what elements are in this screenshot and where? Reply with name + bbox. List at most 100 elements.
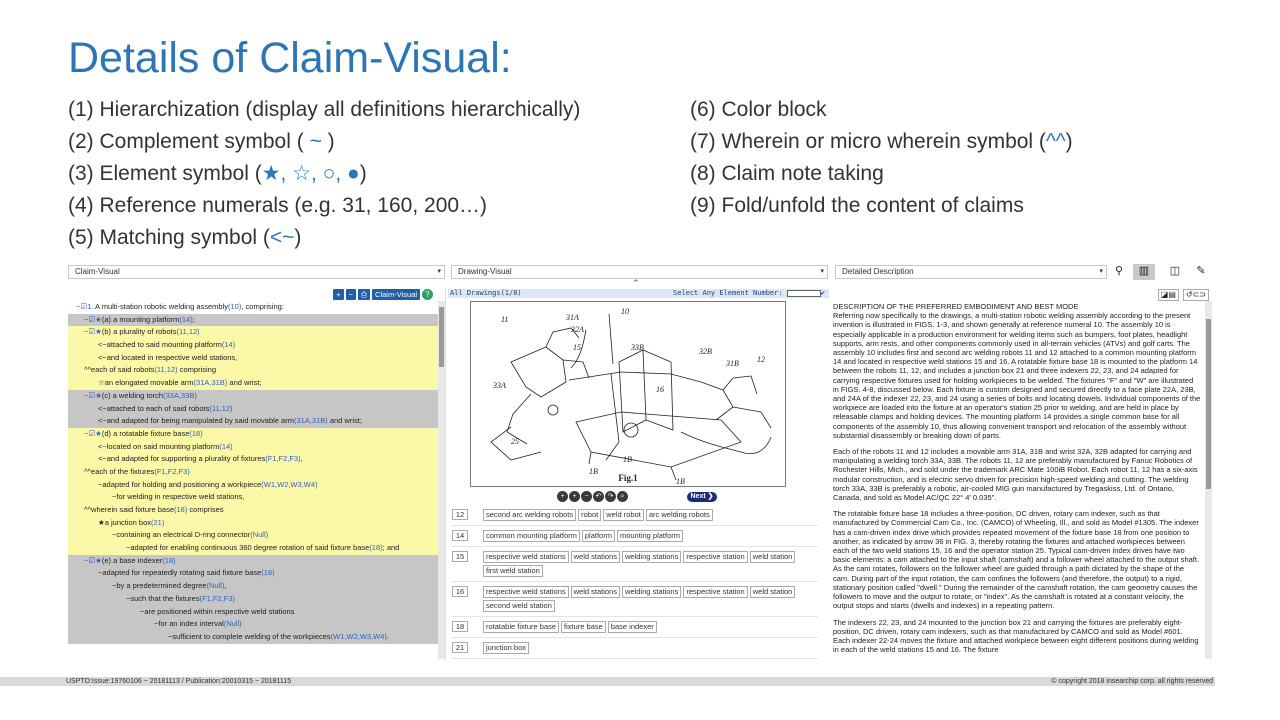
figure-label[interactable]: 10	[621, 307, 629, 316]
fold-toggle[interactable]: −☑★	[84, 391, 102, 400]
reference-numeral[interactable]: (Null)	[250, 530, 268, 539]
claim-line[interactable]: <~located on said mounting platform(14)	[68, 440, 438, 454]
claim-line[interactable]: −☑★(e) a base indexer(18)	[68, 554, 438, 568]
reference-numeral[interactable]: (21)	[151, 518, 164, 527]
sync-icon[interactable]: ↺⊂⊃	[1182, 289, 1209, 301]
figure-label[interactable]: 33A	[492, 381, 506, 390]
element-name-chip[interactable]: second weld station	[483, 600, 555, 612]
element-name-chip[interactable]: respective weld stations	[483, 586, 569, 598]
rotate-right-icon[interactable]: ↷	[605, 491, 616, 502]
reference-numeral[interactable]: (31A,31B)	[194, 378, 228, 387]
claim-line[interactable]: −☑★(b) a plurality of robots(11,12)	[68, 326, 438, 340]
element-name-chip[interactable]: base indexer	[607, 621, 657, 633]
claim-line[interactable]: ^^each of said robots(11,12) comprising	[68, 364, 438, 378]
figure-label[interactable]: 33B	[630, 343, 644, 352]
figure-label[interactable]: 31A	[565, 313, 579, 322]
figure-label[interactable]: 11	[501, 315, 508, 324]
highlight-icon[interactable]: ✎	[1190, 264, 1212, 280]
element-name-chip[interactable]: weld robot	[603, 509, 644, 521]
reference-numeral[interactable]: (F1,F2,F3)	[265, 454, 300, 463]
print-icon[interactable]: ⎙	[358, 289, 371, 300]
reference-numeral[interactable]: (11,12)	[154, 365, 177, 374]
element-name-chip[interactable]: fixture base	[561, 621, 606, 633]
claim-line[interactable]: ^^wherein said fixture base(18) comprise…	[68, 504, 438, 517]
reference-numeral[interactable]: (18)	[261, 568, 274, 577]
description-view-select[interactable]: Detailed Description ▾	[835, 265, 1107, 279]
reference-numeral[interactable]: (F1,F2,F3)	[154, 467, 189, 476]
reference-numeral[interactable]: (F1,F2,F3)	[200, 594, 235, 603]
fold-toggle[interactable]: −☑★	[84, 556, 102, 565]
claim-line[interactable]: ~are positioned within respective weld s…	[68, 605, 438, 619]
claim-line[interactable]: ~for welding in respective weld stations…	[68, 491, 438, 504]
figure-label[interactable]: 31B	[725, 359, 739, 368]
figure-label[interactable]: 32A	[570, 325, 584, 334]
reference-numeral[interactable]: (Null)	[206, 581, 224, 590]
description-scrollbar[interactable]	[1205, 301, 1212, 659]
reference-numeral[interactable]: (18)	[174, 505, 187, 514]
claim-visual-button[interactable]: Claim-Visual	[372, 289, 420, 300]
zoom-out-icon[interactable]: −	[581, 491, 592, 502]
element-name-chip[interactable]: platform	[581, 530, 615, 542]
claim-view-select[interactable]: Claim-Visual ▾	[68, 265, 445, 279]
help-button[interactable]: ?	[422, 289, 433, 300]
element-name-chip[interactable]: respective weld stations	[483, 551, 569, 563]
claim-line[interactable]: <~and located in respective weld station…	[68, 351, 438, 365]
reference-numeral[interactable]: (10)	[228, 302, 241, 311]
element-name-chip[interactable]: arc welding robots	[645, 509, 713, 521]
drawing-view-select[interactable]: Drawing-Visual ▾	[451, 265, 828, 279]
claim-line[interactable]: ★a junction box(21)	[68, 516, 438, 530]
element-name-chip[interactable]: second arc welding robots	[483, 509, 577, 521]
element-name-chip[interactable]: welding stations	[621, 551, 682, 563]
reference-number[interactable]: 12	[452, 509, 468, 520]
zoom-fit-icon[interactable]: +	[557, 491, 568, 502]
reference-numeral[interactable]: (14)	[222, 340, 235, 349]
reference-numeral[interactable]: (W1,W2,W3,W4)	[261, 480, 317, 489]
claim-line[interactable]: ~such that the fixtures(F1,F2,F3)	[68, 592, 438, 606]
element-name-chip[interactable]: respective station	[683, 586, 748, 598]
reference-numeral[interactable]: (18)	[162, 556, 175, 565]
claim-line[interactable]: <~attached to each of said robots(11,12)	[68, 402, 438, 416]
claim-line[interactable]: <~attached to said mounting platform(14)	[68, 339, 438, 352]
element-name-chip[interactable]: robot	[578, 509, 602, 521]
search-icon[interactable]: ⚲	[1108, 264, 1130, 280]
claim-scrollbar[interactable]	[438, 301, 445, 659]
figure-label[interactable]: 12	[757, 355, 765, 364]
element-name-chip[interactable]: respective station	[683, 551, 748, 563]
reference-numeral[interactable]: (W1,W2,W3,W4)	[331, 632, 387, 641]
element-number-select[interactable]: Select Any Element Number: ✔	[673, 289, 825, 298]
next-drawing-button[interactable]: Next ❯	[687, 492, 717, 502]
figure-label[interactable]: 1B	[623, 455, 632, 464]
collapse-toggle[interactable]: ⌃	[632, 278, 640, 289]
reference-number[interactable]: 16	[452, 586, 468, 597]
element-name-chip[interactable]: mounting platform	[616, 530, 683, 542]
rotate-left-icon[interactable]: ↶	[593, 491, 604, 502]
note-icon[interactable]: ◪▤	[1157, 289, 1179, 301]
figure-label[interactable]: 25	[511, 437, 519, 446]
magnify-icon[interactable]: ⌕	[617, 491, 628, 502]
element-name-chip[interactable]: rotatable fixture base	[483, 621, 560, 633]
figure-label[interactable]: 15	[573, 343, 581, 352]
element-name-chip[interactable]: junction box	[483, 642, 530, 654]
reference-number[interactable]: 15	[452, 551, 468, 562]
claim-line[interactable]: ☆an elongated movable arm(31A,31B) and w…	[68, 377, 438, 390]
reference-numeral[interactable]: (11,12)	[209, 404, 232, 413]
claim-line[interactable]: <~and adapted for supporting a plurality…	[68, 453, 438, 466]
element-name-chip[interactable]: first weld station	[483, 565, 543, 577]
fold-toggle[interactable]: −☑★	[84, 429, 102, 438]
reference-number[interactable]: 21	[452, 642, 468, 653]
claim-line[interactable]: ^^each of the fixtures(F1,F2,F3)	[68, 465, 438, 479]
reference-numeral[interactable]: (Null)	[224, 619, 242, 628]
figure-label[interactable]: 16	[656, 385, 664, 394]
element-name-chip[interactable]: weld station	[749, 551, 796, 563]
reference-numeral[interactable]: (31A,31B)	[294, 416, 328, 425]
element-name-chip[interactable]: welding stations	[621, 586, 682, 598]
reference-numeral[interactable]: (14)	[219, 442, 232, 451]
claim-line[interactable]: ~sufficient to complete welding of the w…	[68, 630, 438, 644]
fold-toggle[interactable]: −☑★	[84, 315, 102, 324]
reference-numeral[interactable]: (14)	[179, 315, 192, 324]
claim-line[interactable]: −☑1. A multi-station robotic welding ass…	[68, 301, 438, 314]
claim-line[interactable]: −☑★(d) a rotatable fixture base(18)	[68, 427, 438, 441]
claim-line[interactable]: <~and adapted for being manipulated by s…	[68, 415, 438, 428]
zoom-in-icon[interactable]: +	[569, 491, 580, 502]
fold-toggle[interactable]: −☑★	[84, 327, 102, 336]
